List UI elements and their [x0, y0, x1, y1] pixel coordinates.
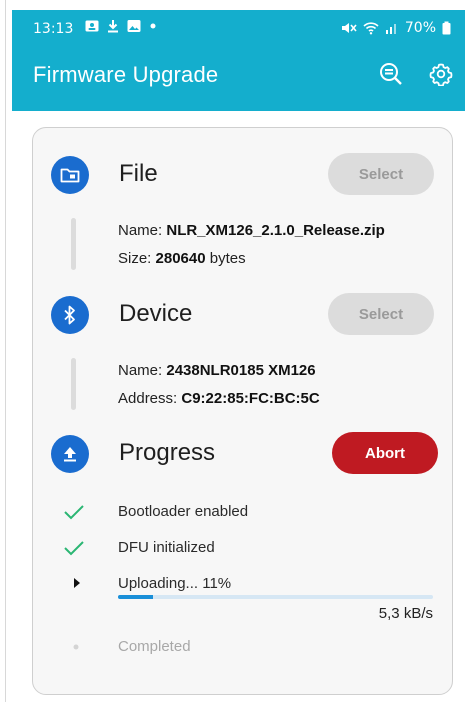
- select-device-button[interactable]: Select: [328, 293, 434, 335]
- upload-icon: [51, 435, 89, 473]
- step-bootloader: Bootloader enabled: [118, 503, 249, 520]
- upgrade-card: File Select Name: NLR_XM126_2.1.0_Releas…: [32, 127, 453, 695]
- file-size-row: Size: 280640 bytes: [118, 250, 246, 267]
- upload-speed: 5,3 kB/s: [378, 605, 433, 622]
- progress-section-title: Progress: [119, 439, 216, 466]
- file-section-line: [71, 218, 76, 270]
- upload-progress-fill: [118, 595, 153, 599]
- pending-dot-icon: [73, 644, 79, 650]
- status-right: 70%: [341, 20, 451, 36]
- contact-card-icon: [85, 20, 99, 32]
- step-dfu-initialized: DFU initialized: [118, 539, 215, 556]
- device-section-title: Device: [119, 300, 193, 327]
- file-name-value: NLR_XM126_2.1.0_Release.zip: [166, 222, 385, 239]
- app-bar: 13:13 70% Firmware Upgrade: [12, 10, 465, 111]
- device-section-line: [71, 358, 76, 410]
- settings-gear-icon[interactable]: [429, 62, 453, 86]
- wifi-icon: [363, 22, 379, 35]
- mute-icon: [341, 23, 357, 33]
- log-search-icon[interactable]: [379, 62, 403, 86]
- file-section-title: File: [119, 160, 158, 187]
- battery-percent: 70%: [404, 20, 436, 36]
- page-title: Firmware Upgrade: [33, 62, 219, 87]
- abort-button[interactable]: Abort: [332, 432, 438, 474]
- step-uploading: Uploading... 11%: [118, 575, 232, 592]
- device-address-label: Address:: [118, 390, 182, 407]
- check-icon: [64, 505, 84, 520]
- file-size-value: 280640: [155, 250, 206, 267]
- battery-icon: [442, 21, 451, 35]
- device-address-value: C9:22:85:FC:BC:5C: [181, 390, 320, 407]
- app-bar-actions: [379, 62, 453, 86]
- folder-icon: [51, 156, 89, 194]
- device-name-value: 2438NLR0185 XM126: [166, 362, 316, 379]
- screen-edge: [0, 0, 6, 702]
- step-completed: Completed: [118, 638, 191, 655]
- file-name-label: Name:: [118, 222, 167, 239]
- select-file-button[interactable]: Select: [328, 153, 434, 195]
- device-address-row: Address: C9:22:85:FC:BC:5C: [118, 390, 320, 407]
- status-time: 13:13: [33, 21, 74, 37]
- status-bar: 13:13 70%: [12, 10, 465, 46]
- gallery-icon: [127, 20, 141, 32]
- file-size-label: Size:: [118, 250, 156, 267]
- bluetooth-icon: [51, 296, 89, 334]
- download-icon: [108, 20, 118, 33]
- file-size-unit: bytes: [205, 250, 246, 267]
- upload-progress-bar: [118, 595, 433, 599]
- file-name-row: Name: NLR_XM126_2.1.0_Release.zip: [118, 222, 385, 239]
- signal-icon: [385, 24, 396, 34]
- device-name-row: Name: 2438NLR0185 XM126: [118, 362, 316, 379]
- notification-icons: [85, 19, 157, 33]
- dot-icon: [150, 23, 156, 29]
- check-icon: [64, 541, 84, 556]
- play-arrow-icon: [74, 578, 80, 588]
- device-name-label: Name:: [118, 362, 167, 379]
